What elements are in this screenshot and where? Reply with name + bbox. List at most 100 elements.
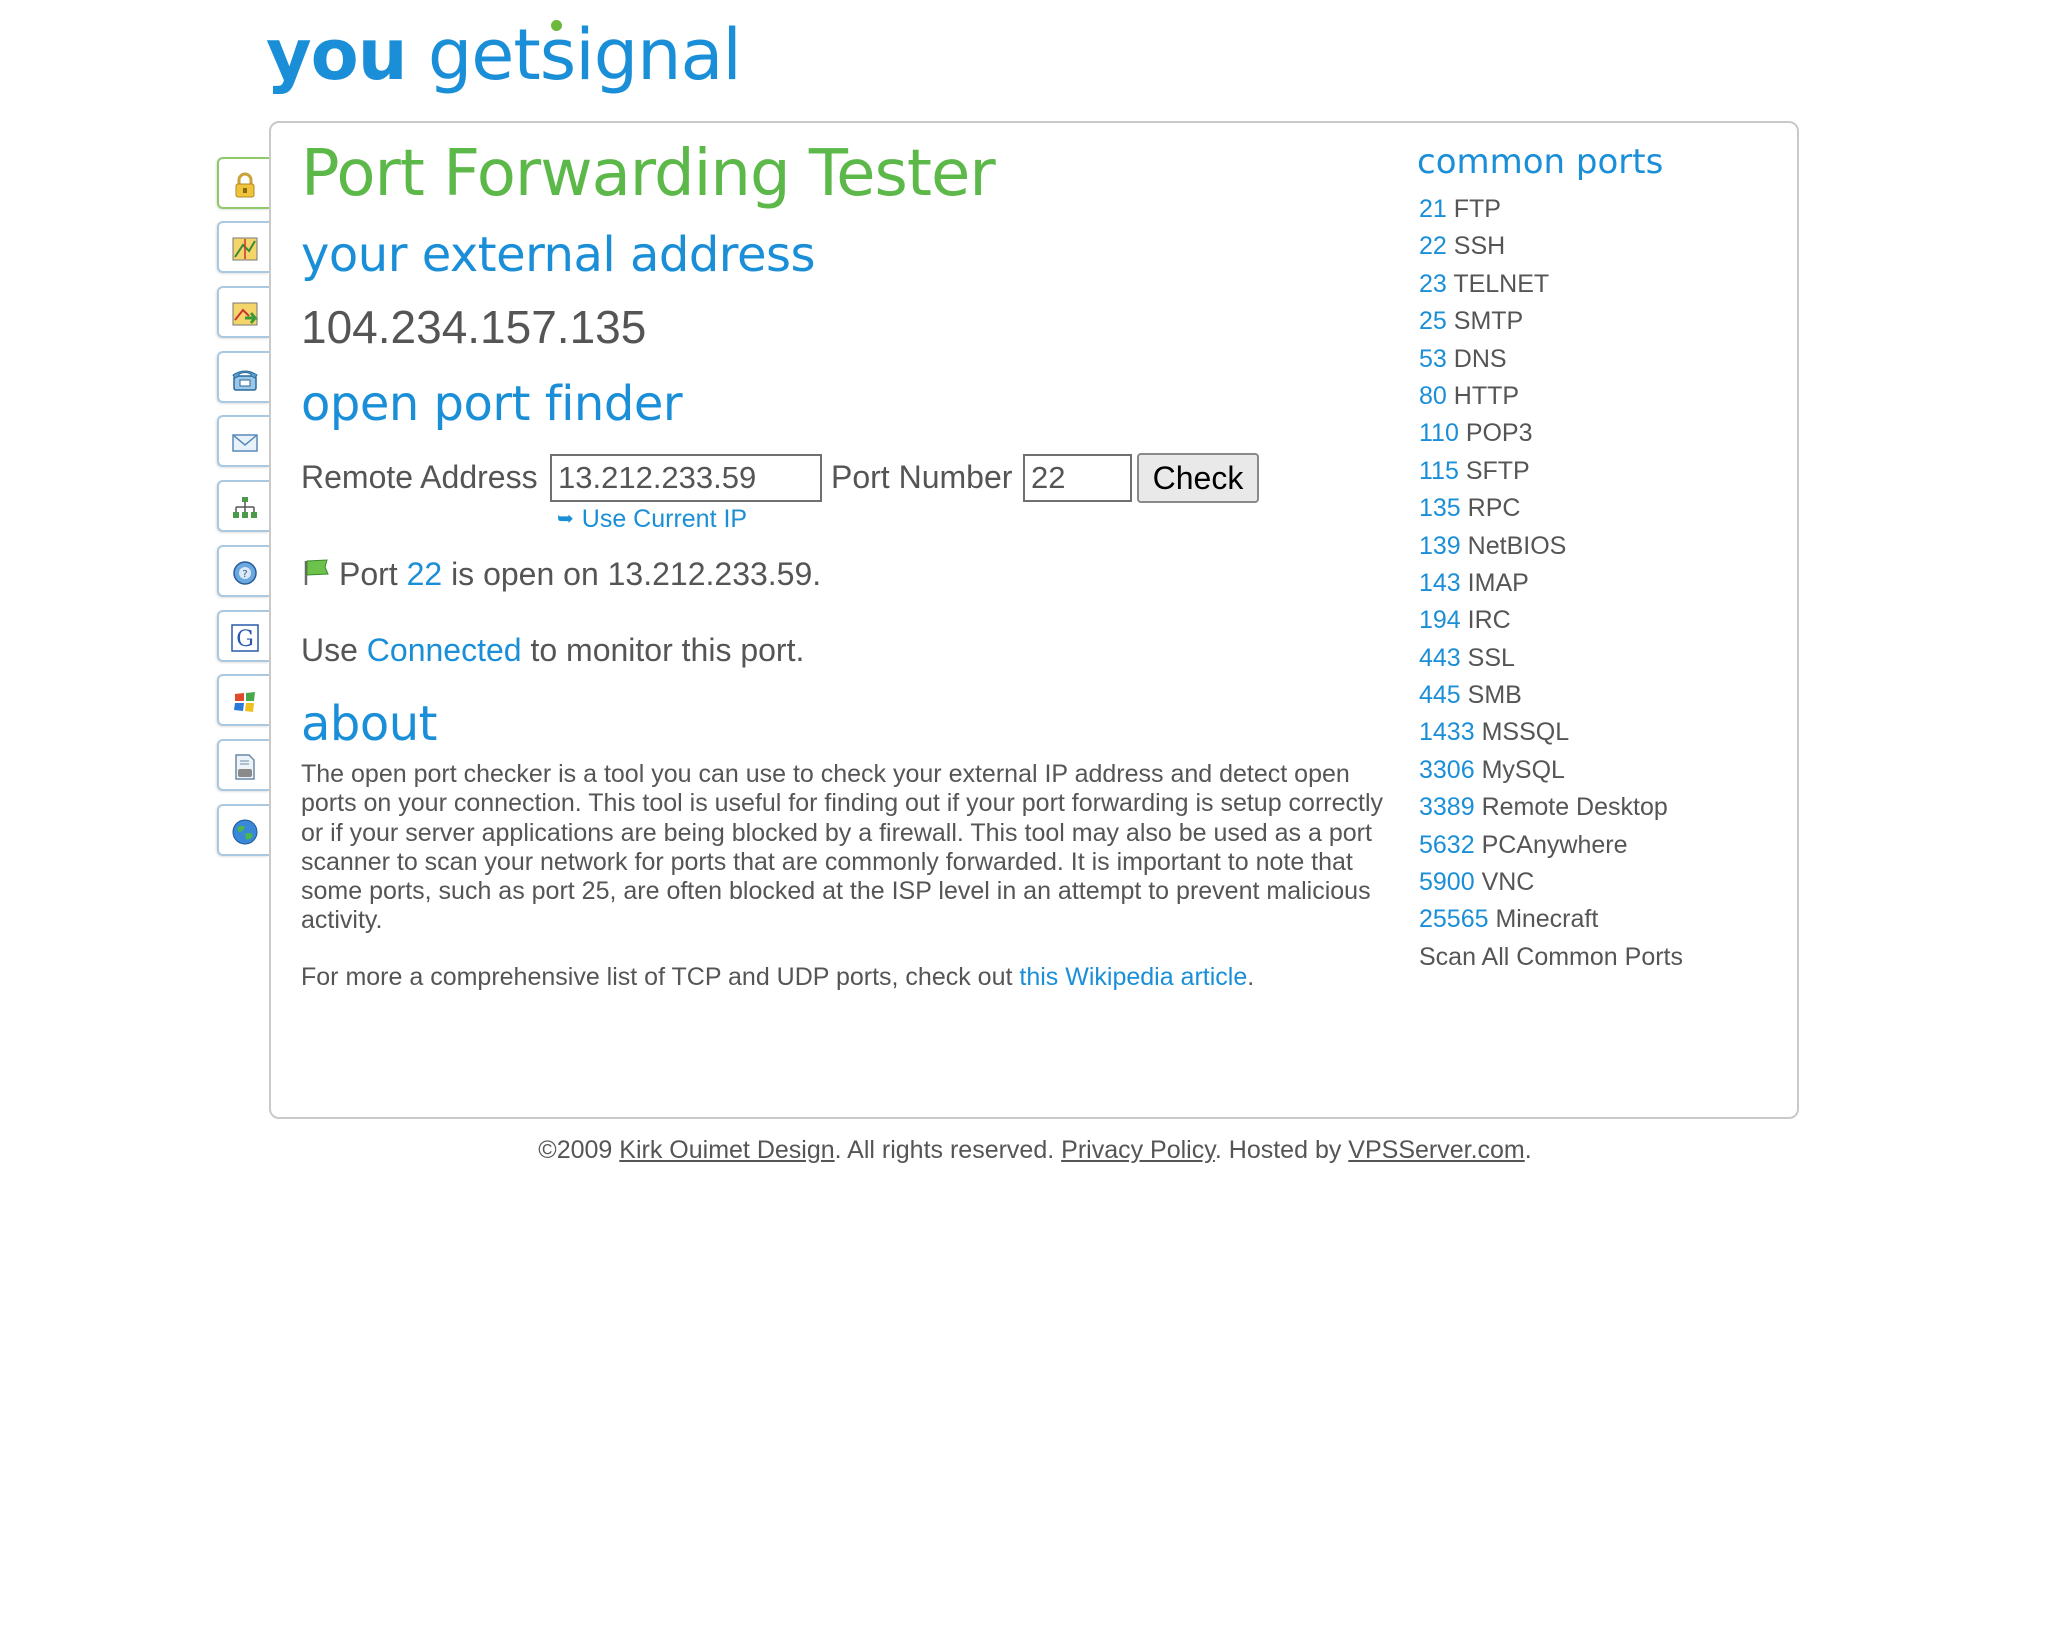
- tab-port-forwarding[interactable]: [217, 157, 269, 209]
- privacy-policy-link[interactable]: Privacy Policy: [1061, 1136, 1215, 1164]
- port-link-110[interactable]: 110 POP3: [1419, 419, 1779, 456]
- port-result: Port 22 is open on 13.212.233.59.: [301, 556, 821, 593]
- logo-you: you: [266, 14, 408, 96]
- footer-copyright: ©2009: [538, 1136, 613, 1164]
- port-number: 23: [1419, 269, 1447, 298]
- check-button[interactable]: Check: [1137, 453, 1259, 503]
- port-link-80[interactable]: 80 HTTP: [1419, 382, 1779, 419]
- port-link-115[interactable]: 115 SFTP: [1419, 457, 1779, 494]
- tab-hosting[interactable]: [217, 739, 269, 791]
- port-link-53[interactable]: 53 DNS: [1419, 345, 1779, 382]
- port-link-22[interactable]: 22 SSH: [1419, 232, 1779, 269]
- svg-text:G: G: [236, 627, 254, 652]
- port-number: 135: [1419, 494, 1461, 523]
- port-link-143[interactable]: 143 IMAP: [1419, 569, 1779, 606]
- host-link[interactable]: VPSServer.com: [1348, 1136, 1524, 1164]
- globe-question-icon: ?: [233, 561, 257, 585]
- port-service-name: FTP: [1453, 195, 1501, 223]
- port-service-name: IMAP: [1467, 568, 1529, 597]
- footer-hosted: . Hosted by: [1214, 1136, 1342, 1164]
- map-arrow-icon: [232, 302, 259, 326]
- tab-trace-route[interactable]: [217, 221, 269, 273]
- connected-link[interactable]: Connected: [367, 632, 522, 668]
- site-logo[interactable]: you getsignal: [266, 20, 742, 90]
- tab-reverse-ip[interactable]: [217, 674, 269, 726]
- common-ports-list: 21 FTP 22 SSH 23 TELNET 25 SMTP 53 DNS 80 HTT…: [1419, 195, 1779, 943]
- tab-google-rank[interactable]: G: [217, 610, 269, 662]
- port-number: 5632: [1419, 830, 1475, 859]
- port-link-5900[interactable]: 5900 VNC: [1419, 868, 1779, 905]
- port-link-139[interactable]: 139 NetBIOS: [1419, 532, 1779, 569]
- port-number: 443: [1419, 643, 1461, 672]
- port-service-name: MySQL: [1481, 755, 1565, 784]
- use-current-ip-link[interactable]: ➥ Use Current IP: [557, 505, 747, 534]
- earth-icon: [232, 819, 258, 845]
- port-link-23[interactable]: 23 TELNET: [1419, 270, 1779, 307]
- envelope-icon: [232, 434, 258, 452]
- port-service-name: IRC: [1467, 606, 1511, 635]
- map-icon: [232, 237, 258, 261]
- port-number: 139: [1419, 531, 1461, 560]
- port-link-3306[interactable]: 3306 MySQL: [1419, 756, 1779, 793]
- result-prefix: Port: [339, 556, 398, 592]
- port-link-25[interactable]: 25 SMTP: [1419, 307, 1779, 344]
- port-service-name: RPC: [1467, 494, 1521, 523]
- port-number: 194: [1419, 606, 1461, 635]
- port-service-name: Minecraft: [1495, 905, 1599, 934]
- port-service-name: HTTP: [1453, 381, 1520, 410]
- page-title: Port Forwarding Tester: [301, 137, 996, 211]
- tab-visual-trace[interactable]: [217, 286, 269, 338]
- author-link[interactable]: Kirk Ouimet Design: [619, 1136, 834, 1164]
- about-paragraph: The open port checker is a tool you can …: [301, 760, 1384, 935]
- tab-email-lookup[interactable]: [217, 415, 269, 467]
- port-number: 21: [1419, 195, 1447, 223]
- port-number: 3306: [1419, 755, 1475, 784]
- port-number: 110: [1419, 419, 1459, 448]
- footer: ©2009 Kirk Ouimet Design. All rights res…: [0, 1136, 2048, 1165]
- google-icon: G: [231, 624, 259, 652]
- remote-address-input[interactable]: [550, 454, 822, 502]
- port-link-443[interactable]: 443 SSL: [1419, 644, 1779, 681]
- tab-network-location[interactable]: [217, 480, 269, 532]
- port-number: 80: [1419, 381, 1447, 410]
- about-heading: about: [301, 696, 438, 752]
- wikipedia-link[interactable]: this Wikipedia article: [1019, 963, 1247, 991]
- port-number: 143: [1419, 568, 1461, 597]
- footer-end: .: [1524, 1136, 1532, 1164]
- port-link-445[interactable]: 445 SMB: [1419, 681, 1779, 718]
- port-link-3389[interactable]: 3389 Remote Desktop: [1419, 793, 1779, 830]
- port-link-25565[interactable]: 25565 Minecraft: [1419, 905, 1779, 942]
- result-port-link[interactable]: 22: [407, 556, 443, 592]
- port-number: 3389: [1419, 793, 1475, 822]
- svg-text:?: ?: [242, 569, 247, 580]
- port-service-name: Remote Desktop: [1481, 793, 1668, 822]
- port-number: 25565: [1419, 905, 1489, 934]
- logo-signal: signal: [539, 14, 742, 96]
- phone-icon: [232, 370, 258, 391]
- tab-whois[interactable]: ?: [217, 545, 269, 597]
- use-current-ip-label: Use Current IP: [581, 505, 748, 533]
- port-number-input[interactable]: [1023, 454, 1132, 502]
- port-link-135[interactable]: 135 RPC: [1419, 494, 1779, 531]
- port-service-name: TELNET: [1453, 269, 1550, 298]
- port-number-label: Port Number: [831, 459, 1013, 495]
- common-ports-heading: common ports: [1417, 142, 1664, 182]
- port-service-name: DNS: [1453, 344, 1507, 373]
- port-link-194[interactable]: 194 IRC: [1419, 606, 1779, 643]
- more-info: For more a comprehensive list of TCP and…: [301, 963, 1254, 992]
- tab-phone-lookup[interactable]: [217, 351, 269, 403]
- monitor-prefix: Use: [301, 632, 358, 668]
- port-service-name: SSL: [1467, 643, 1515, 672]
- arrow-icon: ➥: [557, 508, 574, 530]
- scan-all-common-ports-link[interactable]: Scan All Common Ports: [1419, 943, 1683, 972]
- port-link-5632[interactable]: 5632 PCAnywhere: [1419, 831, 1779, 868]
- network-icon: [233, 497, 257, 518]
- port-link-21[interactable]: 21 FTP: [1419, 195, 1779, 232]
- monitor-text: Use Connected to monitor this port.: [301, 632, 804, 669]
- tab-website-location[interactable]: [217, 804, 269, 856]
- external-address-heading: your external address: [301, 227, 816, 283]
- more-prefix: For more a comprehensive list of TCP and…: [301, 963, 1013, 991]
- document-icon: [235, 754, 255, 780]
- port-link-1433[interactable]: 1433 MSSQL: [1419, 718, 1779, 755]
- padlock-icon: [235, 172, 255, 198]
